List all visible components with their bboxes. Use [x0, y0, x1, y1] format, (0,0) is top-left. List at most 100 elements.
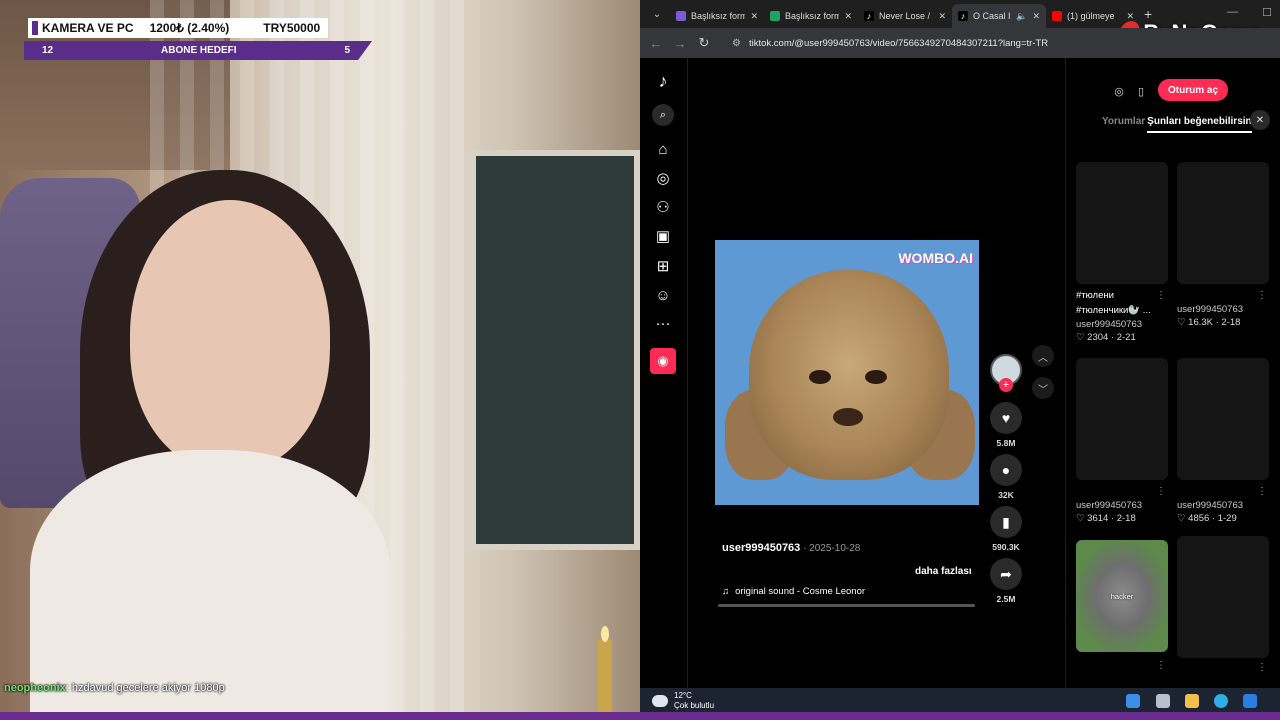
close-icon[interactable]: ✕ — [1250, 110, 1270, 130]
video-author[interactable]: user999450763 · 2025-10-28 — [722, 542, 982, 554]
share-icon[interactable]: ➦ — [990, 558, 1022, 590]
more-options-icon[interactable]: ⋮ — [1257, 486, 1267, 497]
suggestion-thumbnail — [1177, 358, 1269, 480]
windows-start-icon[interactable] — [1126, 694, 1140, 708]
suggestion-thumbnail: hacker — [1076, 540, 1168, 652]
site-info-icon[interactable]: ⚙ — [732, 38, 741, 49]
like-count: 5.8M — [996, 438, 1016, 448]
login-button[interactable]: Oturum aç — [1158, 79, 1229, 101]
suggestion-card[interactable]: hacker ⋮ — [1076, 540, 1168, 671]
more-options-icon[interactable]: ⋮ — [1156, 660, 1166, 671]
suggestion-stats: ♡ 3614 · 2-18 — [1076, 513, 1136, 524]
suggestion-author: user999450763 — [1177, 304, 1244, 315]
windows-taskbar: 12°C Çok bulutlu — [640, 688, 1280, 712]
suggestion-stats: ♡ 2304 · 2-21 — [1076, 332, 1136, 343]
maximize-icon[interactable]: ☐ — [1262, 6, 1272, 19]
candle — [598, 640, 612, 712]
profile-icon[interactable]: ☺ — [652, 284, 674, 306]
live-icon[interactable]: ◉ — [650, 348, 676, 374]
address-bar-row: ← → ↻ ⚙ tiktok.com/@user999450763/video/… — [640, 28, 1280, 58]
tab-title: Never Lose / — [879, 11, 931, 21]
url-field[interactable]: ⚙ tiktok.com/@user999450763/video/756634… — [724, 32, 1084, 54]
close-icon[interactable]: ✕ — [1032, 11, 1040, 22]
streamer-body — [30, 450, 390, 712]
tiktok-icon: ♪ — [958, 11, 968, 21]
video-player[interactable]: WOMBO.AI — [715, 240, 979, 505]
suggestions-panel: ◎ ▯ Oturum aç Yorumlar Şunları beğenebil… — [1065, 58, 1280, 688]
tiktok-logo-icon[interactable]: ♪ — [652, 70, 674, 92]
tab-form-2[interactable]: Başlıksız form ✕ — [764, 4, 858, 28]
more-options-icon[interactable]: ⋮ — [1257, 290, 1267, 301]
comment-count: 32K — [998, 490, 1014, 500]
following-icon[interactable]: ⚇ — [652, 196, 674, 218]
tiktok-sidebar: ♪ ⌕ ⌂ ◎ ⚇ ▣ ⊞ ☺ ··· ◉ — [640, 58, 688, 688]
file-explorer-icon[interactable] — [1185, 694, 1199, 708]
more-icon[interactable]: ··· — [652, 312, 674, 334]
heart-icon[interactable]: ♥ — [990, 402, 1022, 434]
video-meta: user999450763 · 2025-10-28 daha fazlası … — [718, 542, 982, 607]
tab-active-tiktok[interactable]: ♪ O Casal I 🔈 ✕ — [952, 4, 1046, 28]
forward-icon[interactable]: → — [668, 36, 692, 51]
sound-link[interactable]: ♫ original sound - Cosme Leonor — [722, 586, 865, 597]
temperature: 12°C — [674, 691, 692, 700]
task-view-icon[interactable] — [1156, 694, 1170, 708]
suggestion-card[interactable]: ⋮ — [1177, 536, 1269, 673]
more-options-icon[interactable]: ⋮ — [1156, 486, 1166, 497]
suggestion-caption: #тюлени #тюленчики🦭 ... — [1076, 290, 1151, 316]
tab-form-1[interactable]: Başlıksız form ✕ — [670, 4, 764, 28]
goal-target: TRY50000 — [263, 21, 321, 35]
suggestion-card[interactable]: ⋮ #тюлени #тюленчики🦭 ... user999450763 … — [1076, 162, 1168, 343]
explore-icon[interactable]: ◎ — [652, 167, 674, 189]
suggestion-card[interactable]: ⋮ user999450763 ♡ 16.3K · 2-18 — [1177, 162, 1269, 328]
url-text: tiktok.com/@user999450763/video/75663492… — [748, 37, 1049, 49]
author-name: user999450763 — [722, 542, 801, 554]
upload-icon[interactable]: ⊞ — [652, 255, 674, 277]
compass-icon[interactable]: ◎ — [1108, 80, 1130, 102]
live-tv-icon[interactable]: ▣ — [652, 225, 674, 247]
chevron-up-icon[interactable]: ︿ — [1032, 345, 1054, 367]
tab-suggestions[interactable]: Şunları beğenebilirsin — [1147, 116, 1252, 133]
phone-icon[interactable]: ▯ — [1130, 80, 1152, 102]
more-options-icon[interactable]: ⋮ — [1156, 290, 1166, 301]
close-icon[interactable]: ✕ — [938, 11, 946, 22]
close-icon[interactable]: ✕ — [844, 11, 852, 22]
tab-never-lose[interactable]: ♪ Never Lose / ✕ — [858, 4, 952, 28]
weather-text: 12°C Çok bulutlu — [674, 691, 714, 711]
sheets-icon — [770, 11, 780, 21]
more-link[interactable]: daha fazlası — [915, 566, 972, 577]
home-icon[interactable]: ⌂ — [652, 138, 674, 160]
video-date: · 2025-10-28 — [800, 543, 861, 554]
seal-nose — [833, 408, 863, 426]
chat-username: neopheonix — [4, 682, 66, 694]
sound-title: original sound - Cosme Leonor — [735, 586, 866, 597]
bookmark-icon[interactable]: ▮ — [990, 506, 1022, 538]
chat-text: : hzdavud gecelere akiyor 1080p — [65, 682, 225, 694]
comment-icon[interactable]: ● — [990, 454, 1022, 486]
suggestion-stats: ♡ 16.3K · 2-18 — [1177, 317, 1241, 328]
minimize-icon[interactable]: — — [1227, 6, 1238, 19]
tab-title: Başlıksız form — [785, 11, 840, 21]
search-icon[interactable]: ⌕ — [652, 104, 674, 126]
suggestion-card[interactable]: ⋮ user999450763 ♡ 4856 · 1-29 — [1177, 358, 1269, 524]
video-progress-bar[interactable] — [718, 604, 975, 607]
reload-icon[interactable]: ↻ — [692, 35, 716, 51]
weather-widget[interactable]: 12°C Çok bulutlu — [652, 691, 714, 711]
suggestion-card[interactable]: ⋮ user999450763 ♡ 3614 · 2-18 — [1076, 358, 1168, 524]
stream-screen: KAMERA VE PC 1200₺ (2.40%) TRY50000 12 A… — [0, 0, 1280, 720]
chevron-down-icon[interactable]: ﹀ — [1032, 377, 1054, 399]
forms-icon — [676, 11, 686, 21]
goal-amount: 1200₺ (2.40%) — [149, 21, 230, 35]
close-icon[interactable]: ✕ — [750, 11, 758, 22]
tab-comments[interactable]: Yorumlar — [1102, 116, 1145, 133]
store-icon[interactable] — [1243, 694, 1257, 708]
webcam-feed: KAMERA VE PC 1200₺ (2.40%) TRY50000 12 A… — [0, 0, 640, 712]
window-controls: — ☐ — [1227, 6, 1272, 19]
tab-search-button[interactable]: ⌄ — [644, 4, 670, 24]
more-options-icon[interactable]: ⋮ — [1257, 662, 1267, 673]
follow-plus-icon[interactable]: + — [999, 378, 1013, 392]
speaker-icon[interactable]: 🔈 — [1016, 11, 1027, 22]
edge-icon[interactable] — [1214, 694, 1228, 708]
back-icon[interactable]: ← — [644, 36, 668, 51]
youtube-icon — [1052, 11, 1062, 21]
sub-goal-right: 5 — [344, 45, 350, 56]
